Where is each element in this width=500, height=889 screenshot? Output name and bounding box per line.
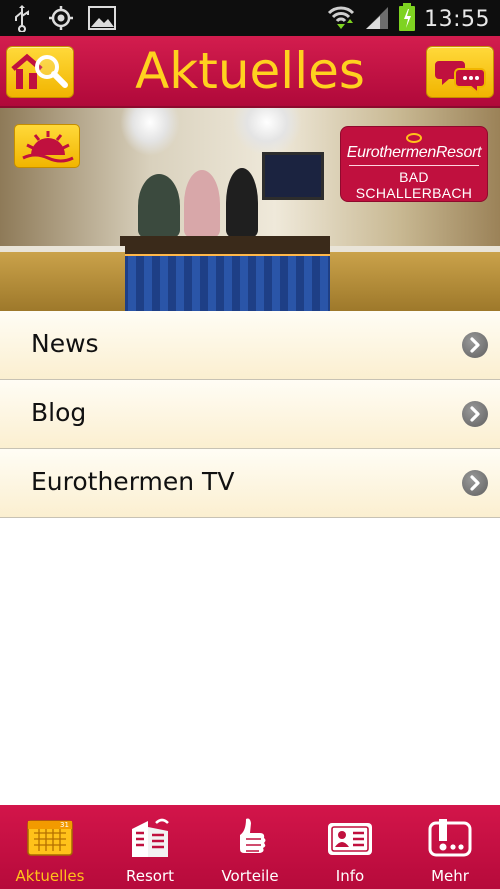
calendar-icon: 31 [26, 815, 74, 861]
usb-icon [10, 4, 34, 36]
list-item-label: Blog [31, 398, 87, 427]
status-bar-left [10, 4, 116, 36]
status-time: 13:55 [424, 6, 490, 32]
tab-label: Resort [125, 867, 175, 885]
reception-desk [120, 236, 330, 256]
person-figure [226, 168, 258, 238]
list-item-eurothermen-tv[interactable]: Eurothermen TV [0, 449, 500, 518]
list-item-label: Eurothermen TV [31, 467, 235, 496]
planter-left [0, 246, 125, 311]
person-figure [138, 174, 180, 238]
svg-text:31: 31 [60, 821, 69, 829]
person-figure [184, 170, 220, 238]
wall-screen [262, 152, 324, 200]
chevron-right-icon [462, 332, 488, 358]
home-search-icon [7, 53, 75, 103]
logo-line2: BAD SCHALLERBACH [355, 169, 473, 201]
page-title: Aktuelles [135, 42, 365, 100]
image-icon [88, 6, 116, 34]
tab-mehr[interactable]: Mehr [400, 805, 500, 889]
resort-logo: EurothermenResort BAD SCHALLERBACH [340, 126, 488, 202]
logo-swirl-icon [406, 133, 422, 143]
hero-banner: EurothermenResort BAD SCHALLERBACH [0, 108, 500, 311]
planter-right [330, 246, 500, 311]
tab-aktuelles[interactable]: 31 Aktuelles [0, 805, 100, 889]
building-icon [126, 815, 174, 861]
logo-divider [349, 165, 479, 166]
sun-icon [15, 131, 81, 173]
list-item-blog[interactable]: Blog [0, 380, 500, 449]
tab-label: Aktuelles [15, 867, 85, 885]
status-bar-right: 13:55 [326, 2, 490, 36]
tab-label: Vorteile [221, 867, 279, 885]
gps-icon [48, 5, 74, 35]
menu-list: News Blog Eurothermen TV [0, 311, 500, 518]
tab-label: Info [335, 867, 365, 885]
battery-icon [398, 2, 416, 36]
tab-label: Mehr [431, 867, 469, 885]
chat-button[interactable] [426, 46, 494, 98]
id-card-icon [326, 815, 374, 861]
home-search-button[interactable] [6, 46, 74, 98]
tab-vorteile[interactable]: Vorteile [200, 805, 300, 889]
chandelier-decoration [120, 108, 180, 156]
wifi-icon [326, 3, 356, 35]
chat-icon [427, 61, 495, 103]
thumbs-up-icon [226, 815, 274, 861]
logo-line1: EurothermenResort [346, 144, 482, 161]
more-icon [426, 815, 474, 861]
sun-badge [14, 124, 80, 168]
tab-info[interactable]: Info [300, 805, 400, 889]
chevron-right-icon [462, 401, 488, 427]
signal-icon [364, 3, 390, 35]
bottom-tab-bar: 31 Aktuelles Resort Vorteile Info Mehr [0, 805, 500, 889]
list-item-news[interactable]: News [0, 311, 500, 380]
desk-front [120, 256, 330, 311]
tab-resort[interactable]: Resort [100, 805, 200, 889]
chandelier-decoration [232, 108, 302, 156]
app-header: Aktuelles [0, 36, 500, 108]
chevron-right-icon [462, 470, 488, 496]
status-bar: 13:55 [0, 0, 500, 36]
list-item-label: News [31, 329, 99, 358]
